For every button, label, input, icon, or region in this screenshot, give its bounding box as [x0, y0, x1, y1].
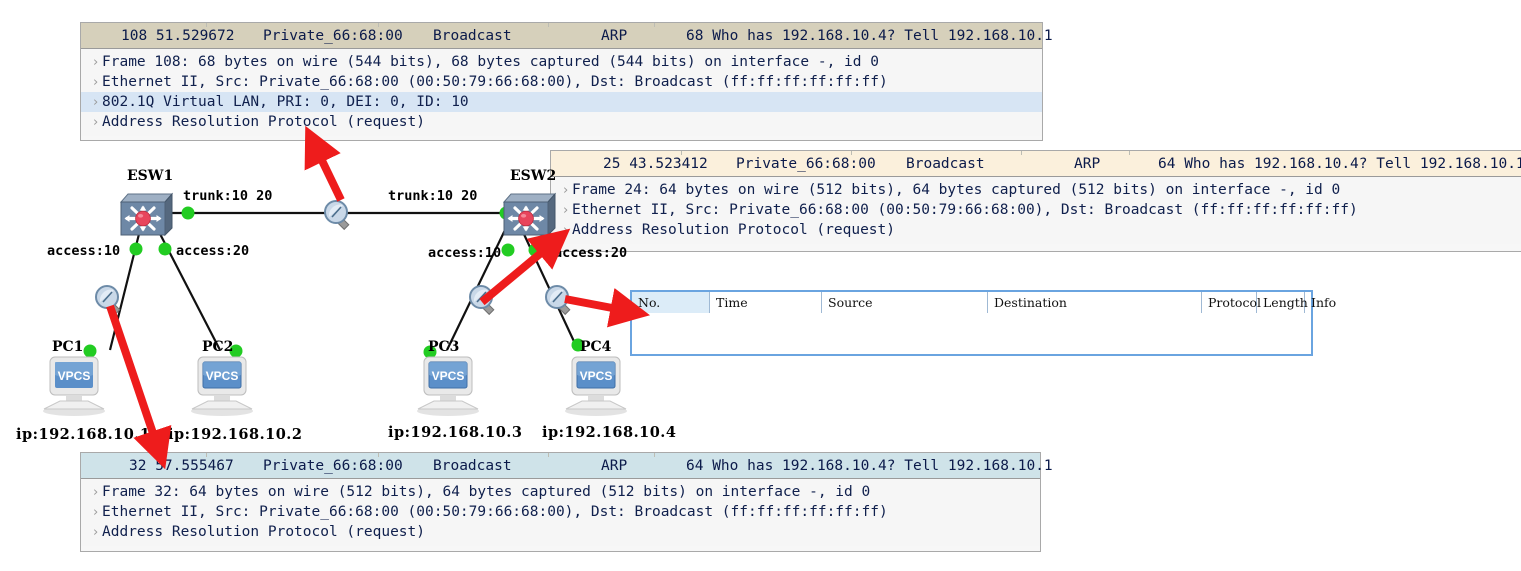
- svg-text:VPCS: VPCS: [580, 369, 613, 383]
- packet-summary-header-right[interactable]: 25 43.523412 Private_66:68:00 Broadcast …: [551, 151, 1521, 177]
- detail-row[interactable]: › Address Resolution Protocol (request): [81, 522, 1040, 542]
- detail-row-selected[interactable]: › 802.1Q Virtual LAN, PRI: 0, DEI: 0, ID:…: [81, 92, 1042, 112]
- svg-text:VPCS: VPCS: [206, 369, 239, 383]
- column-header-time[interactable]: Time: [710, 292, 822, 313]
- summary-protocol: ARP: [601, 28, 628, 44]
- host-label-pc4: PC4: [580, 339, 612, 355]
- link-label-esw1-trunk: trunk:10 20: [183, 188, 273, 204]
- summary-source: Private_66:68:00: [263, 28, 403, 44]
- svg-text:VPCS: VPCS: [58, 369, 91, 383]
- summary-length-info: 64 Who has 192.168.10.4? Tell 192.168.10…: [1158, 156, 1521, 172]
- chevron-right-icon[interactable]: ›: [89, 483, 102, 503]
- summary-destination: Broadcast: [906, 156, 985, 172]
- summary-destination: Broadcast: [433, 28, 512, 44]
- detail-row[interactable]: › Ethernet II, Src: Private_66:68:00 (00:…: [81, 502, 1040, 522]
- column-header-protocol[interactable]: Protocol: [1202, 292, 1261, 313]
- packet-panel-top[interactable]: 108 51.529672 Private_66:68:00 Broadcast…: [80, 22, 1053, 141]
- packet-capture-magnifier-icon-pc3[interactable]: [467, 283, 503, 319]
- detail-row[interactable]: › Ethernet II, Src: Private_66:68:00 (00:…: [81, 72, 1042, 92]
- vpcs-icon-pc4[interactable]: VPCS: [560, 353, 632, 419]
- status-dot-esw2-access20: [528, 243, 542, 257]
- summary-length-info: 68 Who has 192.168.10.4? Tell 192.168.10…: [686, 28, 1053, 44]
- vpcs-icon-pc2[interactable]: VPCS: [186, 353, 258, 419]
- vpcs-icon-pc1[interactable]: VPCS: [38, 353, 110, 419]
- packet-summary-header-bottom[interactable]: 32 57.555467 Private_66:68:00 Broadcast …: [81, 453, 1053, 479]
- switch-label-esw2: ESW2: [510, 168, 557, 184]
- status-dot-esw1-access10: [129, 242, 143, 256]
- chevron-right-icon[interactable]: ›: [89, 53, 102, 73]
- host-label-pc3: PC3: [428, 339, 460, 355]
- packet-detail-tree-right[interactable]: › Frame 24: 64 bytes on wire (512 bits), …: [551, 177, 1521, 244]
- empty-packet-list[interactable]: No. Time Source Destination Protocol Len…: [630, 290, 1336, 356]
- link-label-esw1-access-20: access:20: [176, 243, 250, 259]
- detail-row-text: Frame 108: 68 bytes on wire (544 bits), …: [102, 54, 879, 70]
- summary-protocol: ARP: [601, 458, 628, 474]
- detail-row[interactable]: › Frame 24: 64 bytes on wire (512 bits), …: [551, 180, 1521, 200]
- chevron-right-icon[interactable]: ›: [89, 503, 102, 523]
- status-dot-esw1-trunk: [181, 206, 195, 220]
- vpcs-icon-pc3[interactable]: VPCS: [412, 353, 484, 419]
- detail-row[interactable]: › Frame 108: 68 bytes on wire (544 bits),…: [81, 52, 1042, 72]
- link-label-esw2-access-20: access:20: [554, 245, 628, 261]
- chevron-right-icon[interactable]: ›: [89, 523, 102, 543]
- status-dot-esw2-access10: [501, 243, 515, 257]
- detail-row-text: 802.1Q Virtual LAN, PRI: 0, DEI: 0, ID: …: [102, 94, 469, 110]
- link-label-esw1-access-10: access:10: [47, 243, 121, 259]
- network-topology[interactable]: ESW1 ESW2 trunk:10 20 trunk:10 20 access…: [0, 155, 660, 445]
- detail-row-text: Ethernet II, Src: Private_66:68:00 (00:5…: [102, 504, 888, 520]
- ip-label-pc3: ip:192.168.10.3: [388, 424, 523, 441]
- detail-row[interactable]: › Address Resolution Protocol (request): [551, 220, 1521, 240]
- column-header-destination[interactable]: Destination: [988, 292, 1202, 313]
- column-header-source[interactable]: Source: [822, 292, 988, 313]
- detail-row-text: Ethernet II, Src: Private_66:68:00 (00:5…: [102, 74, 888, 90]
- summary-protocol: ARP: [1074, 156, 1101, 172]
- column-header-length[interactable]: Length: [1257, 292, 1308, 313]
- svg-text:VPCS: VPCS: [432, 369, 465, 383]
- switch-label-esw1: ESW1: [127, 168, 174, 184]
- detail-row[interactable]: › Frame 32: 64 bytes on wire (512 bits), …: [81, 482, 1040, 502]
- summary-no-time: 108 51.529672: [121, 28, 235, 44]
- link-label-esw2-access-10: access:10: [428, 245, 502, 261]
- detail-row-text: Address Resolution Protocol (request): [102, 524, 426, 540]
- ip-label-pc2: ip:192.168.10.2: [168, 426, 303, 443]
- packet-panel-right[interactable]: 25 43.523412 Private_66:68:00 Broadcast …: [550, 150, 1521, 252]
- chevron-right-icon[interactable]: ›: [89, 73, 102, 93]
- summary-source: Private_66:68:00: [736, 156, 876, 172]
- detail-row[interactable]: › Ethernet II, Src: Private_66:68:00 (00:…: [551, 200, 1521, 220]
- packet-panel-bottom[interactable]: 32 57.555467 Private_66:68:00 Broadcast …: [80, 452, 1053, 552]
- detail-row-text: Ethernet II, Src: Private_66:68:00 (00:5…: [572, 202, 1358, 218]
- host-label-pc1: PC1: [52, 339, 84, 355]
- packet-capture-magnifier-icon-pc1[interactable]: [93, 283, 129, 319]
- packet-list-header[interactable]: No. Time Source Destination Protocol Len…: [632, 292, 1336, 314]
- detail-row-text: Address Resolution Protocol (request): [102, 114, 426, 130]
- packet-list-body-empty[interactable]: [632, 314, 1311, 354]
- summary-source: Private_66:68:00: [263, 458, 403, 474]
- detail-row-text: Frame 32: 64 bytes on wire (512 bits), 6…: [102, 484, 871, 500]
- switch-icon-esw1[interactable]: [115, 188, 175, 240]
- status-dot-esw1-access20: [158, 242, 172, 256]
- packet-capture-magnifier-icon-trunk[interactable]: [322, 198, 358, 234]
- host-label-pc2: PC2: [202, 339, 234, 355]
- switch-icon-esw2[interactable]: [498, 188, 558, 240]
- packet-detail-tree-top[interactable]: › Frame 108: 68 bytes on wire (544 bits),…: [81, 49, 1042, 136]
- ip-label-pc4: ip:192.168.10.4: [542, 424, 677, 441]
- ip-label-pc1: ip:192.168.10.1: [16, 426, 151, 443]
- detail-row[interactable]: › Address Resolution Protocol (request): [81, 112, 1042, 132]
- summary-no-time: 32 57.555467: [129, 458, 234, 474]
- link-label-esw2-trunk: trunk:10 20: [388, 188, 478, 204]
- column-header-info[interactable]: Info: [1305, 292, 1365, 313]
- chevron-right-icon[interactable]: ›: [89, 113, 102, 133]
- chevron-right-icon[interactable]: ›: [89, 93, 102, 113]
- summary-destination: Broadcast: [433, 458, 512, 474]
- packet-summary-header-top[interactable]: 108 51.529672 Private_66:68:00 Broadcast…: [81, 23, 1053, 49]
- packet-detail-tree-bottom[interactable]: › Frame 32: 64 bytes on wire (512 bits), …: [81, 479, 1040, 546]
- summary-length-info: 64 Who has 192.168.10.4? Tell 192.168.10…: [686, 458, 1053, 474]
- detail-row-text: Frame 24: 64 bytes on wire (512 bits), 6…: [572, 182, 1341, 198]
- packet-capture-magnifier-icon-pc4[interactable]: [543, 283, 579, 319]
